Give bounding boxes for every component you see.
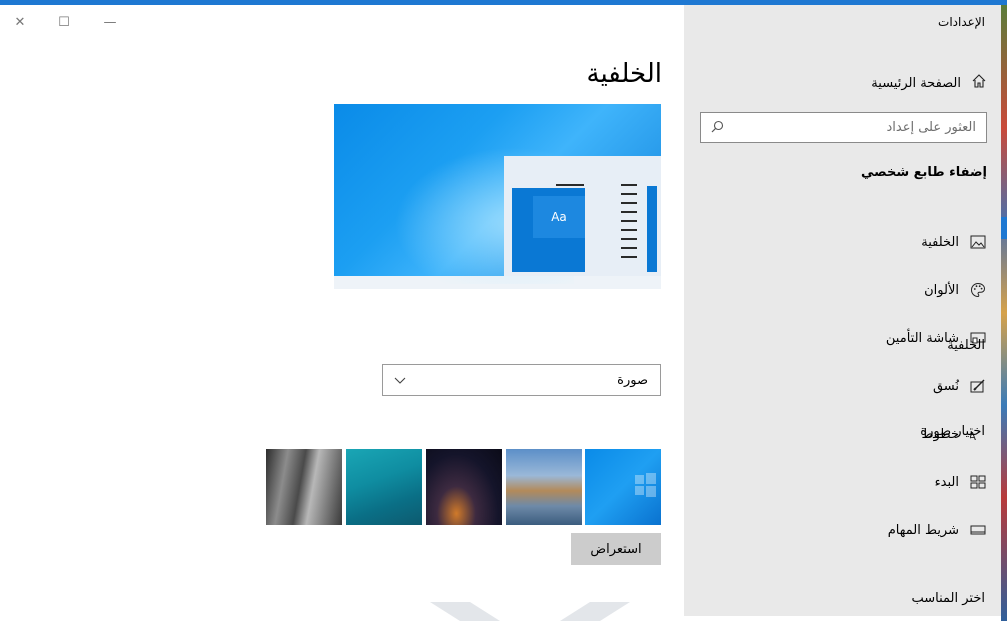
sidebar-item-label: الخلفية — [921, 234, 959, 250]
underwater-swimmer-wallpaper-thumbnail[interactable] — [346, 449, 422, 525]
section-heading: إضفاء طابع شخصي — [861, 165, 987, 180]
dropdown-selected-value: صورة — [617, 372, 648, 388]
preview-taskbar-column — [647, 186, 657, 272]
sidebar-item-background[interactable]: الخلفية — [684, 218, 1001, 266]
image-icon — [969, 233, 987, 251]
search-icon — [709, 119, 725, 135]
palette-icon — [969, 281, 987, 299]
background-type-label: الخلفية — [947, 338, 985, 353]
choose-fit-label: اختر المناسب — [911, 591, 985, 606]
home-nav-item[interactable]: الصفحة الرئيسية — [871, 71, 987, 95]
home-label: الصفحة الرئيسية — [871, 75, 961, 91]
sidebar-item-label: نُسق — [932, 378, 959, 394]
browse-button[interactable]: استعراض — [571, 533, 661, 565]
home-icon — [971, 73, 987, 93]
chevron-down-icon — [393, 373, 407, 391]
sidebar-nav: الخلفية الألوان شاشة التأمين نُسق AA خطو… — [684, 218, 1001, 554]
desktop-background-strip — [1001, 5, 1007, 621]
background-type-dropdown[interactable]: صورة — [382, 364, 661, 396]
sidebar-item-label: البدء — [934, 474, 959, 490]
settings-sidebar: الإعدادات الصفحة الرئيسية العثور على إعد… — [684, 5, 1001, 616]
preview-window: Aa — [504, 156, 661, 276]
themes-icon — [969, 377, 987, 395]
sidebar-item-colors[interactable]: الألوان — [684, 266, 1001, 314]
sidebar-item-taskbar[interactable]: شريط المهام — [684, 506, 1001, 554]
picture-thumbnails — [266, 449, 661, 525]
windows-logo-icon — [635, 473, 656, 497]
search-placeholder: العثور على إعداد — [886, 120, 976, 135]
night-sky-tent-wallpaper-thumbnail[interactable] — [426, 449, 502, 525]
taskbar-icon — [969, 521, 987, 539]
page-title: الخلفية — [586, 59, 662, 89]
selection-indicator — [1001, 217, 1007, 239]
windows-blue-wallpaper-thumbnail[interactable] — [585, 449, 661, 525]
sidebar-item-start[interactable]: البدء — [684, 458, 1001, 506]
decorative-shape — [430, 602, 630, 621]
beach-rocks-wallpaper-thumbnail[interactable] — [506, 449, 582, 525]
background-preview: Aa — [334, 104, 661, 289]
app-title: الإعدادات — [938, 15, 985, 29]
gray-rock-wallpaper-thumbnail[interactable] — [266, 449, 342, 525]
start-icon — [969, 473, 987, 491]
preview-sample-tile: Aa — [533, 196, 585, 238]
sidebar-item-label: الألوان — [924, 282, 959, 298]
sidebar-item-label: شريط المهام — [887, 522, 959, 538]
main-content: الخلفية — [0, 5, 684, 621]
settings-search-input[interactable]: العثور على إعداد — [700, 112, 987, 143]
sidebar-item-themes[interactable]: نُسق — [684, 362, 1001, 410]
choose-picture-label: اختيار صورة — [920, 424, 985, 439]
